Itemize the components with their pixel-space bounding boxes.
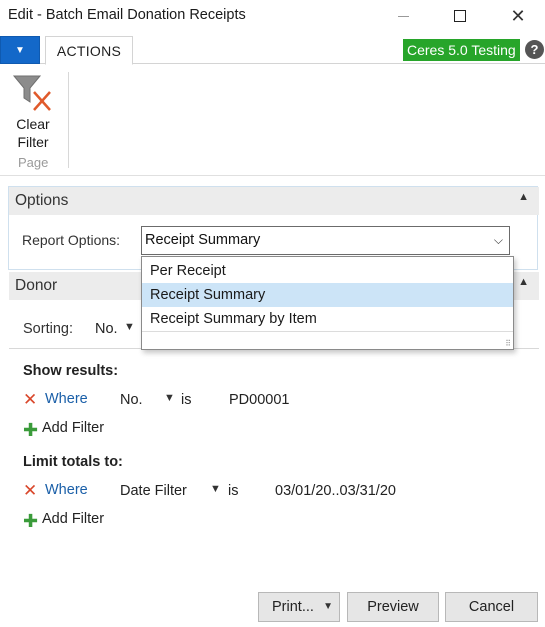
dropdown-option[interactable]: Receipt Summary by Item [142,307,513,331]
caret-down-icon[interactable]: ▼ [210,483,221,495]
report-options-dropdown: Per Receipt Receipt Summary Receipt Summ… [141,256,514,350]
maximize-button[interactable] [437,0,483,32]
filter-value-input[interactable]: PD00001 [229,392,289,408]
app-menu-button[interactable]: ▼ [0,36,40,64]
cancel-button[interactable]: Cancel [445,592,538,622]
remove-filter-icon[interactable]: ✕ [23,482,37,499]
preview-button[interactable]: Preview [347,592,439,622]
report-options-label: Report Options: [22,232,121,248]
chevron-up-icon[interactable]: ▲ [518,191,529,203]
caret-down-icon: ▼ [15,44,25,56]
maximize-icon [454,10,466,22]
add-filter-link[interactable]: Add Filter [42,420,104,436]
filter-operator: is [181,392,192,408]
report-options-select[interactable]: Receipt Summary ⌵ [141,226,510,255]
dropdown-option-selected[interactable]: Receipt Summary [142,283,513,307]
options-section-header[interactable]: Options ▲ [9,187,539,215]
ribbon-group-label: Page [18,155,49,170]
sorting-select[interactable]: No. [95,321,118,337]
ribbon-tab-bar: ▼ ACTIONS Ceres 5.0 Testing ? [0,34,545,65]
clear-filter-label-line1: Clear [16,116,50,132]
clear-filter-label-line2: Filter [17,134,49,150]
limit-totals-heading: Limit totals to: [23,454,123,470]
ribbon-panel: Clear Filter Page [0,64,545,176]
company-badge: Ceres 5.0 Testing [403,39,520,61]
filter-operator: is [228,483,239,499]
add-icon[interactable]: ✚ [23,421,38,439]
clear-filter-icon [12,75,51,111]
minimize-icon [397,15,409,17]
options-section-title: Options [15,192,69,209]
add-icon[interactable]: ✚ [23,512,38,530]
dropdown-option[interactable]: Per Receipt [142,259,513,283]
donor-section-title: Donor [15,277,58,294]
caret-down-icon[interactable]: ▼ [124,321,135,333]
close-icon: ✕ [510,5,526,26]
filter-field-select[interactable]: No. [120,392,143,408]
dropdown-footer-divider [142,331,513,332]
where-link[interactable]: Where [45,482,88,498]
remove-filter-icon[interactable]: ✕ [23,391,37,408]
tab-actions[interactable]: ACTIONS [45,36,133,65]
help-icon[interactable]: ? [525,40,544,59]
print-button-label: Print... [272,599,314,615]
caret-down-icon[interactable]: ▼ [164,392,175,404]
filter-value-input[interactable]: 03/01/20..03/31/20 [275,483,396,499]
chevron-down-icon: ⌵ [493,233,503,247]
sorting-label: Sorting: [23,321,73,337]
filter-field-select[interactable]: Date Filter [120,483,187,499]
add-filter-link[interactable]: Add Filter [42,511,104,527]
title-bar: Edit - Batch Email Donation Receipts ✕ [0,0,545,32]
close-button[interactable]: ✕ [495,0,541,32]
ribbon-group-separator [68,72,69,168]
caret-down-icon[interactable]: ▼ [323,601,333,612]
clear-filter-button[interactable]: Clear Filter [6,68,60,154]
print-button[interactable]: Print... ▼ [258,592,340,622]
report-options-value: Receipt Summary [145,232,261,248]
minimize-button[interactable] [380,0,426,32]
where-link[interactable]: Where [45,391,88,407]
window-title: Edit - Batch Email Donation Receipts [8,7,246,23]
resize-grip-icon[interactable]: ⠿ [505,339,511,348]
show-results-heading: Show results: [23,363,119,379]
chevron-up-icon[interactable]: ▲ [518,276,529,288]
